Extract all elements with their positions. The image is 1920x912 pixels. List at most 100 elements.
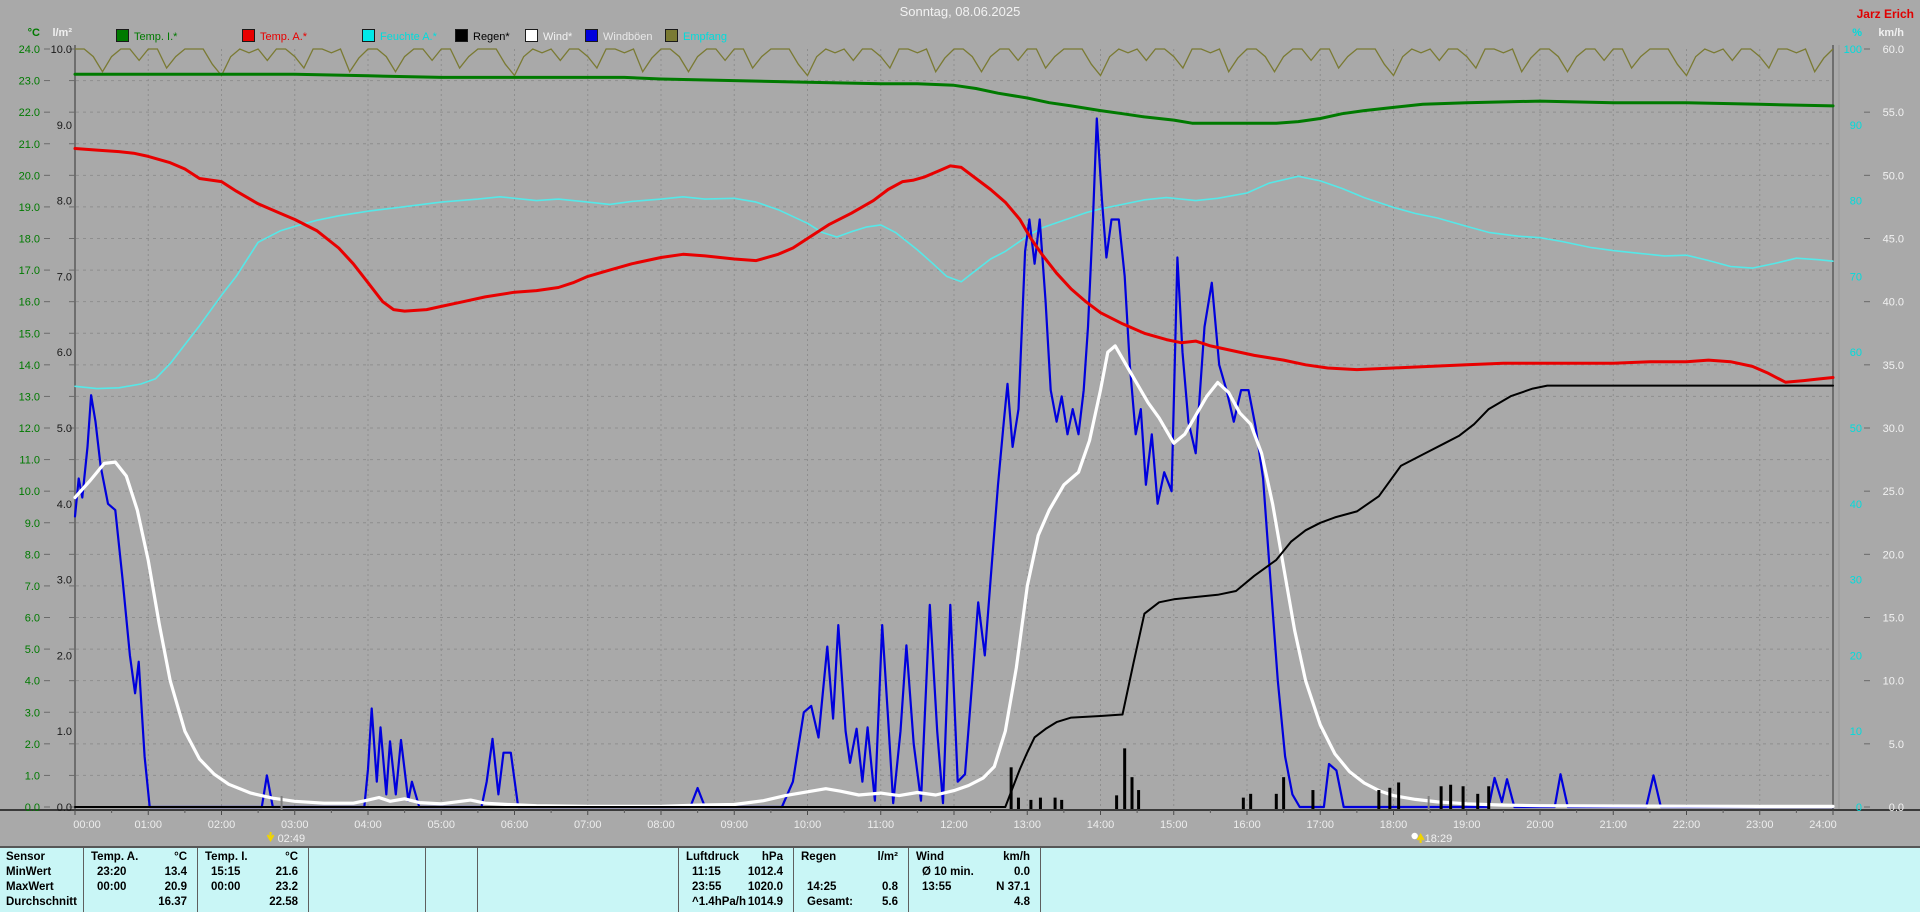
table-cell [801, 865, 898, 880]
humidity-tick-label: 60 [1850, 347, 1862, 359]
humidity-tick-label: 50 [1850, 423, 1862, 435]
rain-bar [1060, 799, 1064, 809]
table-divider [83, 848, 84, 912]
reception-line [75, 48, 1834, 77]
rain-bar [1397, 782, 1401, 809]
table-cell: 16.37 [158, 896, 187, 908]
wind-tick-label: 45.0 [1883, 234, 1904, 246]
temp-tick-label: 2.0 [25, 739, 40, 751]
table-cell: km/h [1003, 851, 1030, 863]
table-cell: 1020.0 [747, 881, 783, 893]
humidity-tick-label: 100 [1844, 44, 1862, 56]
table-divider [425, 848, 426, 912]
rain-tick-label: 9.0 [57, 120, 72, 132]
time-tick-label: 00:00 [73, 819, 101, 831]
rain-tick-label: 0.0 [57, 802, 72, 814]
temp-tick-label: 1.0 [25, 770, 40, 782]
rain-bar [1461, 786, 1465, 809]
temp-tick-label: 18.0 [19, 234, 40, 246]
humidity-tick-label: 20 [1850, 650, 1862, 662]
temp-tick-label: 10.0 [19, 486, 40, 498]
rain-bar [1449, 784, 1453, 809]
rain-bar [1038, 797, 1042, 809]
table-cell: 1014.9 [747, 896, 783, 908]
temp-tick-label: 14.0 [19, 360, 40, 372]
rain-bar [1053, 797, 1057, 809]
rain-tick-label: 7.0 [57, 271, 72, 283]
time-tick-label: 12:00 [940, 819, 968, 831]
wind-tick-label: 55.0 [1883, 107, 1904, 119]
rain-tick-label: 4.0 [57, 499, 72, 511]
rain-bar [1029, 799, 1033, 809]
table-divider [197, 848, 198, 912]
time-tick-label: 03:00 [281, 819, 309, 831]
table-divider [678, 848, 679, 912]
time-tick-label: 11:00 [867, 819, 894, 831]
wind-tick-label: 0.0 [1889, 802, 1904, 814]
rain-tick-label: 6.0 [57, 347, 72, 359]
wind-tick-label: 20.0 [1883, 549, 1904, 561]
table-cell: 21.6 [275, 866, 298, 878]
table-divider [908, 848, 909, 912]
wind-tick-label: 10.0 [1883, 676, 1904, 688]
weather-chart-plot[interactable]: 24.0 23.0 22.0 21.0 20.0 19.0 18.0 17.0 16.0 15.0… [0, 0, 1920, 846]
rain-bar [1487, 786, 1491, 809]
table-cell: °C [285, 851, 298, 863]
table-cell: l/m² [877, 851, 898, 863]
temp-tick-label: 4.0 [25, 676, 40, 688]
rain-bar [1137, 790, 1141, 809]
rain-bar [1016, 797, 1020, 809]
table-cell: hPa [761, 851, 783, 863]
rain-bar [1249, 793, 1253, 809]
rain-bar [1476, 793, 1480, 809]
rain-bar [1311, 790, 1315, 809]
rain-bar [1388, 787, 1392, 809]
rain-bar [1241, 797, 1245, 809]
humidity-tick-label: 90 [1850, 120, 1862, 132]
table-cell: 0.8 [882, 881, 898, 893]
table-cell: 4.8 [1014, 896, 1030, 908]
wind-gusts-line [73, 117, 1835, 809]
time-tick-label: 18:00 [1380, 819, 1408, 831]
time-tick-label: 21:00 [1599, 819, 1627, 831]
time-tick-label: 24:00 [1809, 819, 1837, 831]
temp-tick-label: 5.0 [25, 644, 40, 656]
time-tick-label: 19:00 [1453, 819, 1481, 831]
table-cell: 0.0 [1014, 866, 1030, 878]
temp-tick-label: 24.0 [19, 44, 40, 56]
rain-bar [1274, 793, 1278, 809]
temp-tick-label: 7.0 [25, 581, 40, 593]
time-tick-label: 05:00 [427, 819, 455, 831]
temp-tick-label: 22.0 [19, 107, 40, 119]
time-tick-label: 01:00 [134, 819, 162, 831]
temp-tick-label: 17.0 [19, 265, 40, 277]
wind-tick-label: 5.0 [1889, 739, 1904, 751]
table-cell: 13.4 [164, 866, 187, 878]
sun-up-icon [1411, 832, 1418, 840]
rain-tick-label: 8.0 [57, 196, 72, 208]
table-cell: MinWert [6, 866, 52, 878]
rain-bar [1123, 748, 1127, 809]
rain-bar [1115, 795, 1119, 809]
time-tick-label: 10:00 [794, 819, 822, 831]
rain-tick-label: 10.0 [51, 44, 72, 56]
temp-tick-label: 15.0 [19, 328, 40, 340]
sun-up-icon [1416, 833, 1425, 843]
stats-table: Sensor MinWert MaxWert Durchschnitt Temp. A.… [0, 846, 1920, 912]
temp-tick-label: 3.0 [25, 707, 40, 719]
humidity-tick-label: 10 [1850, 726, 1862, 738]
table-cell: MaxWert [6, 881, 54, 893]
table-divider [1040, 848, 1041, 912]
table-cell: Durchschnitt [6, 896, 77, 908]
table-cell: °C [174, 851, 187, 863]
time-tick-label: 13:00 [1013, 819, 1041, 831]
rain-bar [1130, 777, 1134, 809]
temp-tick-label: 23.0 [19, 76, 40, 88]
temp-tick-label: 19.0 [19, 202, 40, 214]
wind-tick-label: 25.0 [1883, 486, 1904, 498]
humidity-line [74, 175, 1834, 390]
rain-bar [1377, 790, 1381, 809]
wind-tick-label: 15.0 [1883, 613, 1904, 625]
table-cell: Sensor [6, 851, 45, 863]
rain-tick-label: 1.0 [57, 726, 72, 738]
